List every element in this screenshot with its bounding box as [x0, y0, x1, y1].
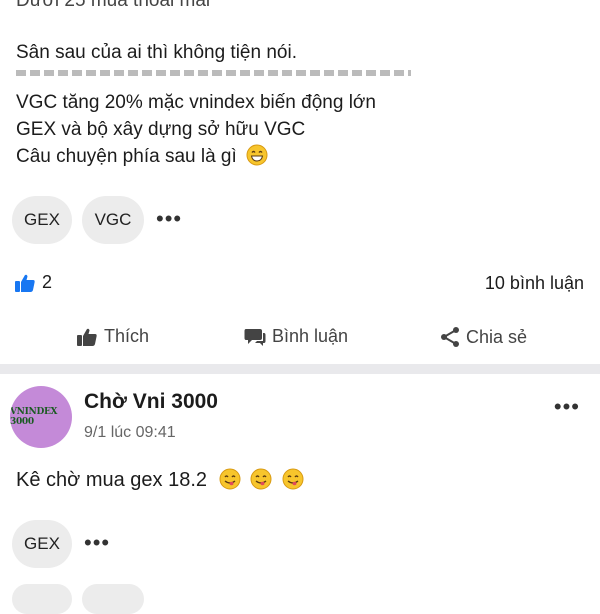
partial-chip[interactable] [82, 584, 144, 614]
hidden-overlap-line [16, 70, 411, 76]
like-count[interactable]: 2 [14, 272, 52, 293]
tag-chip-gex[interactable]: GEX [12, 196, 72, 244]
post-text-line-2: VGC tăng 20% mặc vnindex biến động lớn [16, 92, 376, 113]
post2-text-content: Kê chờ mua gex 18.2 [16, 469, 208, 491]
tag-chip-vgc[interactable]: VGC [82, 196, 144, 244]
tag-chip-gex[interactable]: GEX [12, 520, 72, 568]
like-button-label: Thích [104, 326, 150, 346]
smiling-tongue-emoji [219, 468, 241, 490]
like-icon [15, 274, 35, 292]
post-text-line-4: Câu chuyện phía sau là gì [16, 144, 268, 170]
partial-chip[interactable] [12, 584, 72, 614]
post-timestamp[interactable]: 9/1 lúc 09:41 [84, 424, 176, 442]
post-text-line-4-text: Câu chuyện phía sau là gì [16, 146, 237, 167]
tags-more-button[interactable]: ••• [156, 208, 182, 230]
comment-button-label: Bình luận [272, 326, 349, 346]
post-text-line-1: Sân sau của ai thì không tiện nói. [16, 42, 297, 63]
post-divider [0, 364, 600, 374]
comment-icon [244, 328, 266, 346]
post-menu-button[interactable]: ••• [554, 396, 580, 418]
grinning-emoji [246, 144, 268, 166]
tags-more-button[interactable]: ••• [84, 532, 110, 554]
post-text-cut-top: Dưới 25 mua thoải mái [16, 0, 211, 11]
post-text-line-3: GEX và bộ xây dựng sở hữu VGC [16, 119, 306, 140]
share-button[interactable]: Chia sẻ [440, 326, 527, 348]
author-name[interactable]: Chờ Vni 3000 [84, 390, 218, 414]
avatar-text: VNINDEX 3000 [10, 407, 58, 427]
smiling-tongue-emoji [282, 468, 304, 490]
avatar[interactable]: VNINDEX 3000 [10, 386, 72, 448]
post2-text: Kê chờ mua gex 18.2 [16, 467, 304, 493]
comment-button[interactable]: Bình luận [244, 326, 348, 347]
smiling-tongue-emoji [250, 468, 272, 490]
like-icon [77, 328, 97, 346]
like-count-value: 2 [42, 272, 53, 292]
share-button-label: Chia sẻ [466, 326, 528, 347]
comment-count[interactable]: 10 bình luận [485, 273, 584, 294]
share-icon [441, 327, 459, 347]
like-button[interactable]: Thích [76, 326, 149, 347]
